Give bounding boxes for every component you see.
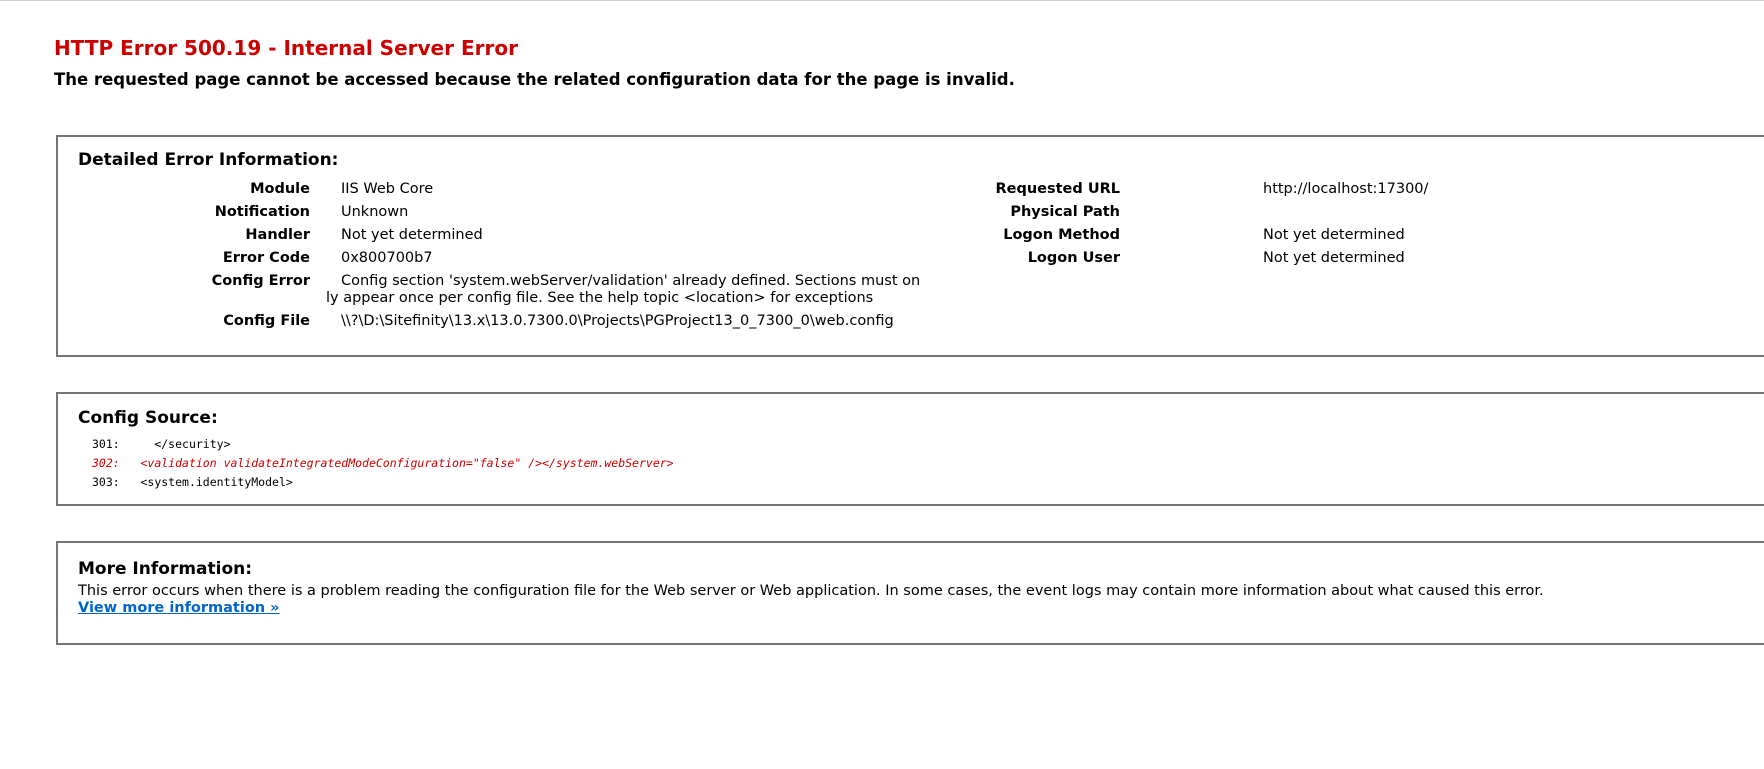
code-line: 301: </security>: [92, 435, 231, 454]
line-code: </security>: [133, 437, 231, 451]
detail-key: Error Code: [222, 250, 310, 266]
detail-key: Notification: [214, 204, 310, 220]
line-number: 303:: [92, 475, 120, 489]
detail-value: Unknown: [341, 204, 409, 220]
config-source-panel: Config Source: 301: </security> 302: <va…: [56, 392, 1764, 506]
detail-key: Config Error: [211, 273, 310, 289]
detail-value: Not yet determined: [1263, 227, 1405, 243]
line-code: <system.identityModel>: [133, 475, 293, 489]
line-number: 301:: [92, 437, 120, 451]
view-more-information-link[interactable]: View more information »: [78, 600, 280, 617]
more-information-panel: More Information: This error occurs when…: [56, 541, 1764, 645]
top-divider: [0, 0, 1764, 1]
source-heading: Config Source:: [78, 408, 218, 428]
detail-value-line2: ly appear once per config file. See the …: [326, 290, 874, 306]
detail-heading: Detailed Error Information:: [78, 150, 339, 170]
detail-value: Not yet determined: [1263, 250, 1405, 266]
detail-key: Physical Path: [1010, 204, 1120, 220]
error-header: HTTP Error 500.19 - Internal Server Erro…: [54, 36, 1015, 90]
detail-value: Not yet determined: [341, 227, 483, 243]
more-heading: More Information:: [78, 559, 253, 579]
detail-value-line1: Config section 'system.webServer/validat…: [341, 273, 921, 289]
detail-key: Config File: [223, 313, 310, 329]
detail-key: Requested URL: [995, 181, 1120, 197]
detail-key: Handler: [245, 227, 310, 243]
code-line-highlighted: 302: <validation validateIntegratedModeC…: [92, 454, 674, 473]
detail-value: http://localhost:17300/: [1263, 181, 1429, 197]
more-description: This error occurs when there is a proble…: [78, 583, 1544, 599]
detailed-error-panel: Detailed Error Information: Module IIS W…: [56, 135, 1764, 357]
detail-key: Module: [250, 181, 310, 197]
detail-value: \\?\D:\Sitefinity\13.x\13.0.7300.0\Proje…: [341, 313, 894, 329]
detail-key: Logon Method: [1003, 227, 1120, 243]
line-code: <validation validateIntegratedModeConfig…: [133, 456, 674, 470]
line-number: 302:: [92, 456, 120, 470]
code-line: 303: <system.identityModel>: [92, 473, 293, 492]
page-subtitle: The requested page cannot be accessed be…: [54, 70, 1015, 89]
detail-value: IIS Web Core: [341, 181, 434, 197]
detail-value: 0x800700b7: [341, 250, 433, 266]
page-title: HTTP Error 500.19 - Internal Server Erro…: [54, 36, 518, 60]
detail-key: Logon User: [1027, 250, 1120, 266]
